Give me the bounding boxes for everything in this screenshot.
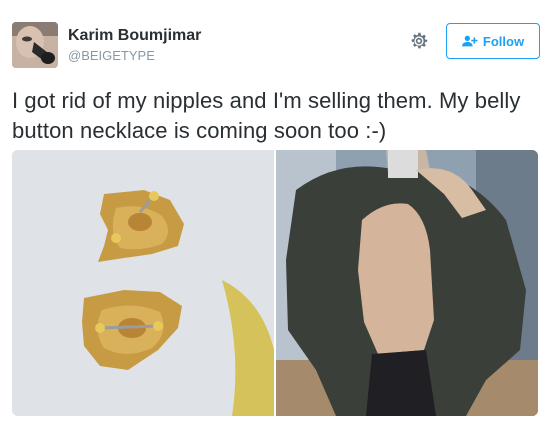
avatar[interactable]	[12, 22, 58, 68]
photo-pierced-nipples[interactable]	[12, 150, 274, 416]
user-handle[interactable]: @BEIGETYPE	[68, 48, 201, 64]
add-user-icon	[461, 35, 478, 47]
photo-mirror-selfie[interactable]	[276, 150, 538, 416]
user-names: Karim Boumjimar @BEIGETYPE	[68, 26, 201, 64]
avatar-image	[12, 22, 58, 68]
follow-label: Follow	[482, 33, 525, 49]
tweet-text: I got rid of my nipples and I'm selling …	[12, 88, 521, 143]
follow-button[interactable]: Follow	[446, 23, 540, 59]
tweet-header: Karim Boumjimar @BEIGETYPE Follow	[12, 20, 540, 72]
gear-icon[interactable]	[408, 30, 430, 52]
tweet-media[interactable]	[12, 150, 538, 416]
tweet-card: Karim Boumjimar @BEIGETYPE Follow I got …	[0, 0, 550, 426]
display-name[interactable]: Karim Boumjimar	[68, 26, 201, 46]
